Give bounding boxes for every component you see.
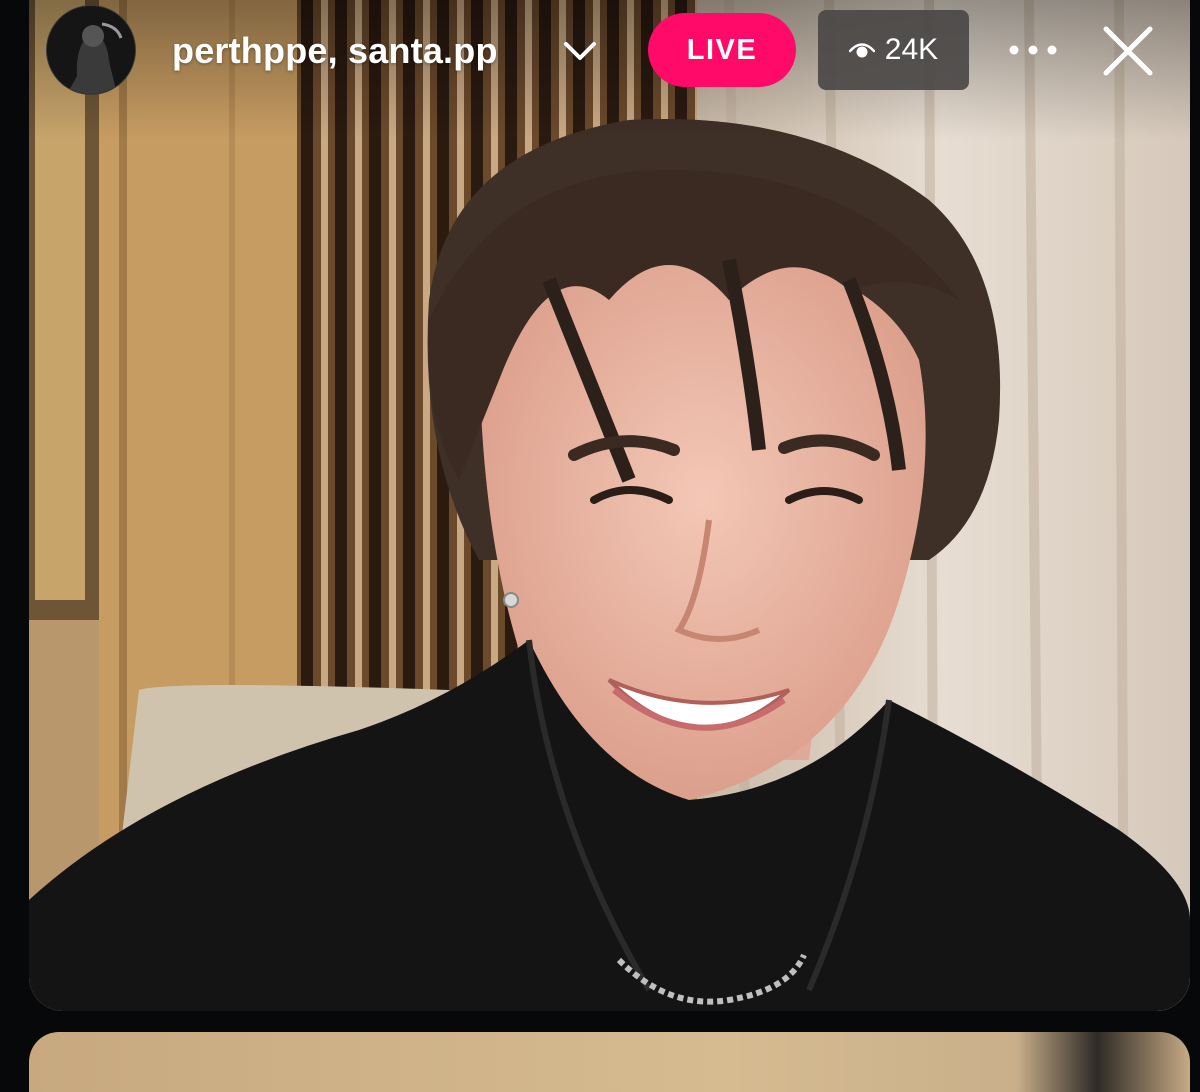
viewer-count-badge[interactable]: 24K xyxy=(818,10,969,90)
host-names-label[interactable]: perthppe, santa.pp xyxy=(172,30,498,72)
more-horizontal-icon xyxy=(1009,45,1057,55)
video-frame xyxy=(29,0,1190,1011)
host-avatar[interactable] xyxy=(46,5,136,95)
viewer-count: 24K xyxy=(884,33,939,66)
profile-avatar-icon xyxy=(47,6,135,94)
secondary-video-feed[interactable] xyxy=(29,1032,1190,1092)
chevron-down-icon[interactable] xyxy=(560,37,600,65)
eye-icon xyxy=(848,43,875,58)
close-icon[interactable] xyxy=(1099,22,1157,80)
more-options-button[interactable] xyxy=(1004,28,1062,72)
live-badge: LIVE xyxy=(648,13,796,87)
live-video-feed[interactable]: perthppe, santa.pp LIVE 24K xyxy=(29,0,1190,1011)
